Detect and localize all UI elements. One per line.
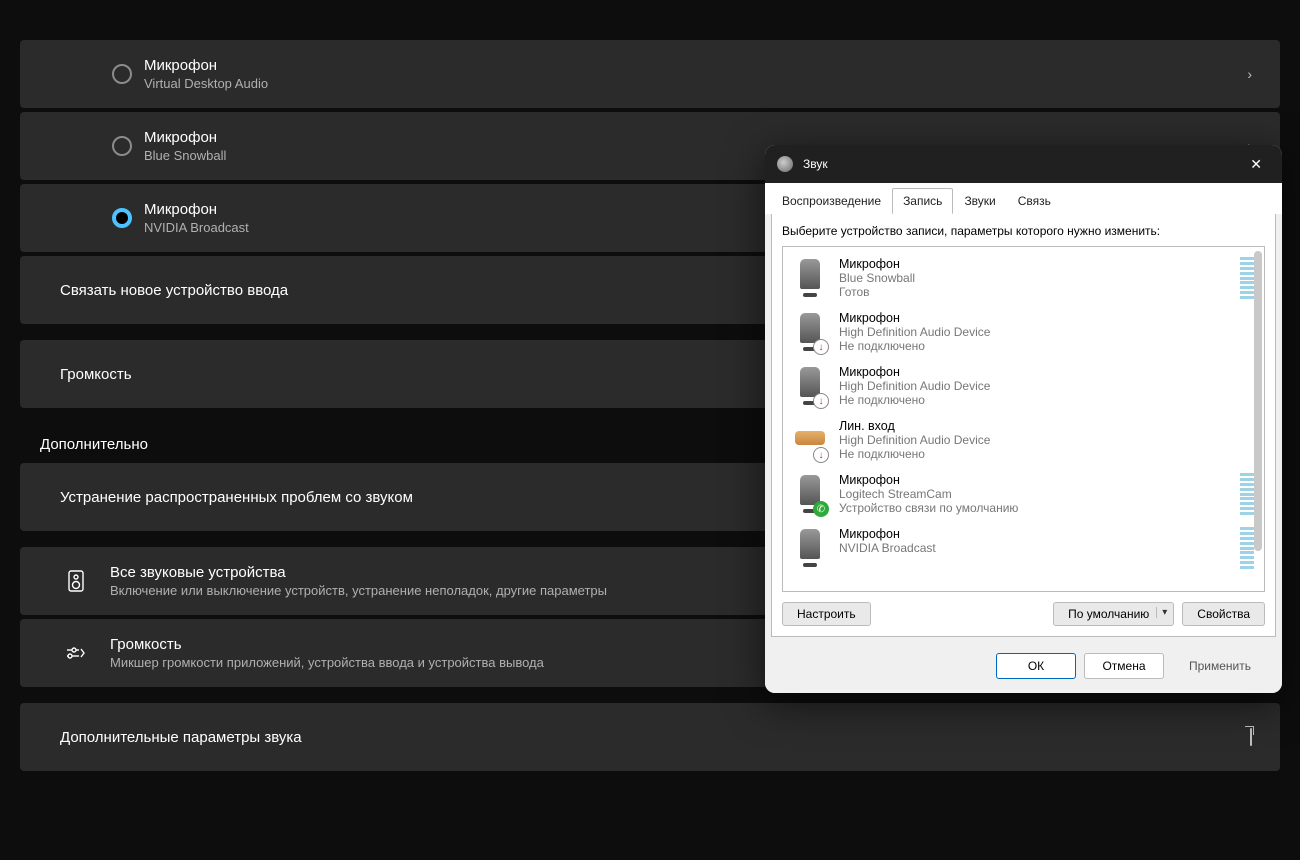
microphone-icon: ↓ (793, 311, 827, 353)
mic-title: Микрофон (144, 201, 249, 218)
microphone-icon: ✆ (793, 473, 827, 515)
chevron-right-icon: › (1247, 66, 1252, 82)
microphone-icon (793, 257, 827, 299)
device-name: Микрофон (839, 365, 1228, 379)
volume-label: Громкость (60, 366, 132, 383)
speaker-icon (64, 569, 88, 593)
tab-Связь[interactable]: Связь (1007, 188, 1062, 214)
mic-sub: Blue Snowball (144, 148, 226, 163)
pair-device-label: Связать новое устройство ввода (60, 282, 288, 299)
unplugged-badge-icon: ↓ (813, 393, 829, 409)
device-state: Не подключено (839, 447, 1228, 461)
more-sound-label: Дополнительные параметры звука (60, 729, 302, 746)
mic-sub: NVIDIA Broadcast (144, 220, 249, 235)
mic-title: Микрофон (144, 57, 268, 74)
sound-icon (777, 156, 793, 172)
level-meter-icon (1240, 527, 1254, 569)
radio-icon[interactable] (112, 208, 132, 228)
dialog-title: Звук (803, 157, 1242, 171)
scrollbar-thumb[interactable] (1254, 251, 1262, 551)
level-meter-icon (1240, 257, 1254, 299)
level-meter-icon (1240, 473, 1254, 515)
device-state: Готов (839, 285, 1228, 299)
mixer-title: Громкость (110, 636, 544, 653)
device-desc: High Definition Audio Device (839, 325, 1228, 339)
dialog-titlebar[interactable]: Звук ✕ (765, 145, 1282, 183)
device-item[interactable]: Микрофон NVIDIA Broadcast (783, 521, 1264, 575)
mic-sub: Virtual Desktop Audio (144, 76, 268, 91)
device-state: Устройство связи по умолчанию (839, 501, 1228, 515)
radio-icon[interactable] (112, 136, 132, 156)
device-desc: High Definition Audio Device (839, 433, 1228, 447)
device-name: Микрофон (839, 473, 1228, 487)
tab-Звуки[interactable]: Звуки (953, 188, 1006, 214)
open-external-icon (1250, 729, 1252, 745)
close-button[interactable]: ✕ (1242, 152, 1270, 177)
sound-dialog: Звук ✕ ВоспроизведениеЗаписьЗвукиСвязь В… (765, 145, 1282, 693)
mic-option[interactable]: Микрофон Virtual Desktop Audio › (20, 40, 1280, 108)
unplugged-badge-icon: ↓ (813, 447, 829, 463)
more-sound-settings-row[interactable]: Дополнительные параметры звука (20, 703, 1280, 771)
device-name: Микрофон (839, 311, 1228, 325)
apply-button[interactable]: Применить (1172, 653, 1268, 679)
device-state: Не подключено (839, 393, 1228, 407)
device-item[interactable]: Микрофон Blue Snowball Готов (783, 251, 1264, 305)
line-in-icon: ↓ (793, 419, 827, 461)
mic-title: Микрофон (144, 129, 226, 146)
tab-Воспроизведение[interactable]: Воспроизведение (771, 188, 892, 214)
device-desc: Logitech StreamCam (839, 487, 1228, 501)
device-list[interactable]: Микрофон Blue Snowball Готов ↓ Микрофон … (782, 246, 1265, 592)
device-desc: NVIDIA Broadcast (839, 541, 1228, 555)
device-item[interactable]: ✆ Микрофон Logitech StreamCam Устройство… (783, 467, 1264, 521)
device-item[interactable]: ↓ Микрофон High Definition Audio Device … (783, 305, 1264, 359)
microphone-icon (793, 527, 827, 569)
dialog-instruction: Выберите устройство записи, параметры ко… (782, 224, 1265, 238)
ok-button[interactable]: ОК (996, 653, 1076, 679)
tab-Запись[interactable]: Запись (892, 188, 953, 214)
unplugged-badge-icon: ↓ (813, 339, 829, 355)
default-comm-badge-icon: ✆ (813, 501, 829, 517)
device-name: Лин. вход (839, 419, 1228, 433)
dialog-tabs: ВоспроизведениеЗаписьЗвукиСвязь (765, 183, 1282, 214)
troubleshoot-label: Устранение распространенных проблем со з… (60, 489, 413, 506)
mixer-sub: Микшер громкости приложений, устройства … (110, 655, 544, 670)
device-name: Микрофон (839, 257, 1228, 271)
set-default-button[interactable]: По умолчанию (1053, 602, 1174, 626)
all-devices-title: Все звуковые устройства (110, 564, 607, 581)
device-item[interactable]: ↓ Микрофон High Definition Audio Device … (783, 359, 1264, 413)
device-item[interactable]: ↓ Лин. вход High Definition Audio Device… (783, 413, 1264, 467)
microphone-icon: ↓ (793, 365, 827, 407)
device-desc: High Definition Audio Device (839, 379, 1228, 393)
device-name: Микрофон (839, 527, 1228, 541)
device-state: Не подключено (839, 339, 1228, 353)
mixer-icon (64, 641, 88, 665)
radio-icon[interactable] (112, 64, 132, 84)
properties-button[interactable]: Свойства (1182, 602, 1265, 626)
configure-button[interactable]: Настроить (782, 602, 871, 626)
device-desc: Blue Snowball (839, 271, 1228, 285)
all-devices-sub: Включение или выключение устройств, устр… (110, 583, 607, 598)
cancel-button[interactable]: Отмена (1084, 653, 1164, 679)
